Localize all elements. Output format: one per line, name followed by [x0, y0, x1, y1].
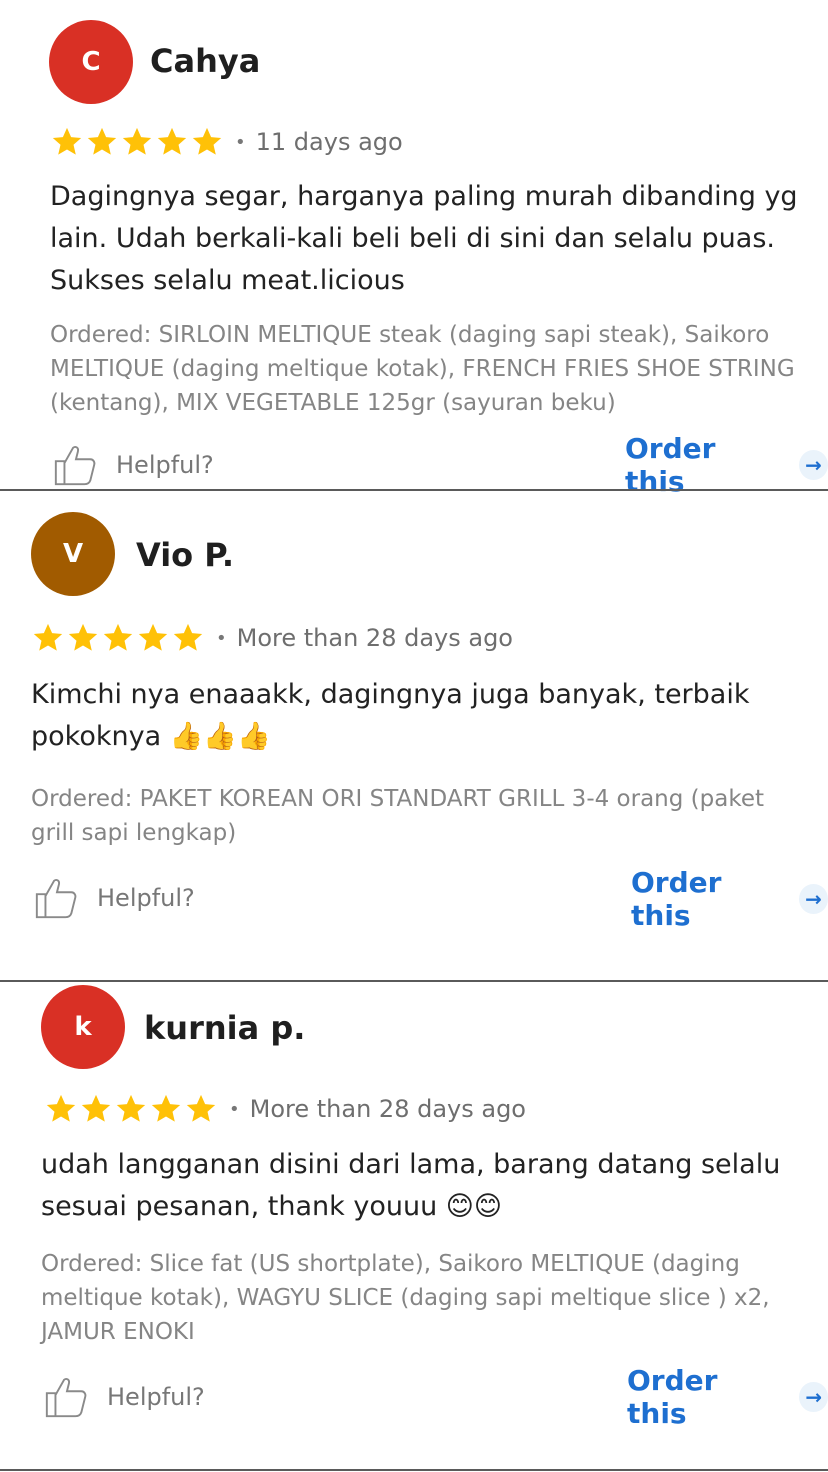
- star-icon: [81, 1094, 111, 1122]
- separator-dot: •: [216, 627, 227, 649]
- reviewer-name: kurnia p.: [144, 1009, 306, 1047]
- star-rating: [50, 125, 225, 159]
- star-icon: [68, 623, 98, 651]
- separator-dot: •: [235, 131, 246, 153]
- avatar: V: [31, 512, 115, 596]
- avatar: k: [41, 985, 125, 1069]
- arrow-right-icon: →: [799, 450, 828, 480]
- star-icon: [33, 623, 63, 651]
- star-icon: [173, 623, 203, 651]
- star-icon: [46, 1094, 76, 1122]
- helpful-label: Helpful?: [107, 1383, 205, 1411]
- review-text: Kimchi nya enaaakk, dagingnya juga banya…: [31, 679, 750, 752]
- ordered-items: Ordered: Slice fat (US shortplate), Saik…: [41, 1251, 770, 1345]
- star-icon: [52, 127, 82, 155]
- star-icon: [122, 127, 152, 155]
- ordered-items: Ordered: PAKET KOREAN ORI STANDART GRILL…: [31, 786, 765, 846]
- order-this-label: Order this: [631, 866, 722, 932]
- order-this-button[interactable]: Order this →: [625, 432, 828, 498]
- divider: [0, 489, 828, 491]
- star-rating: [31, 621, 206, 655]
- divider: [0, 1469, 828, 1471]
- star-icon: [192, 127, 222, 155]
- star-icon: [157, 127, 187, 155]
- thumbs-up-icon: [35, 879, 77, 919]
- reviewer-name: Cahya: [150, 42, 261, 80]
- star-rating: [44, 1092, 219, 1126]
- helpful-button[interactable]: Helpful?: [52, 440, 214, 490]
- star-icon: [186, 1094, 216, 1122]
- star-icon: [116, 1094, 146, 1122]
- review-time: More than 28 days ago: [236, 624, 513, 652]
- star-icon: [87, 127, 117, 155]
- helpful-label: Helpful?: [116, 451, 214, 479]
- star-icon: [138, 623, 168, 651]
- thumbs-up-icon: [54, 446, 96, 486]
- star-icon: [103, 623, 133, 651]
- arrow-right-icon: →: [799, 1382, 828, 1412]
- review-text: Dagingnya segar, harganya paling murah d…: [50, 181, 798, 296]
- helpful-label: Helpful?: [97, 884, 195, 912]
- avatar: C: [49, 20, 133, 104]
- ordered-items: Ordered: SIRLOIN MELTIQUE steak (daging …: [50, 322, 795, 416]
- helpful-button[interactable]: Helpful?: [33, 873, 195, 923]
- review-text: udah langganan disini dari lama, barang …: [41, 1149, 781, 1222]
- thumbs-up-icon: [45, 1378, 87, 1418]
- review-time: 11 days ago: [255, 128, 403, 156]
- arrow-right-icon: →: [799, 884, 828, 914]
- order-this-label: Order this: [627, 1364, 718, 1430]
- star-icon: [151, 1094, 181, 1122]
- order-this-button[interactable]: Order this →: [627, 1364, 828, 1430]
- helpful-button[interactable]: Helpful?: [43, 1372, 205, 1422]
- separator-dot: •: [229, 1098, 240, 1120]
- review-time: More than 28 days ago: [249, 1095, 526, 1123]
- order-this-button[interactable]: Order this →: [631, 866, 828, 932]
- divider: [0, 980, 828, 982]
- reviewer-name: Vio P.: [136, 536, 235, 574]
